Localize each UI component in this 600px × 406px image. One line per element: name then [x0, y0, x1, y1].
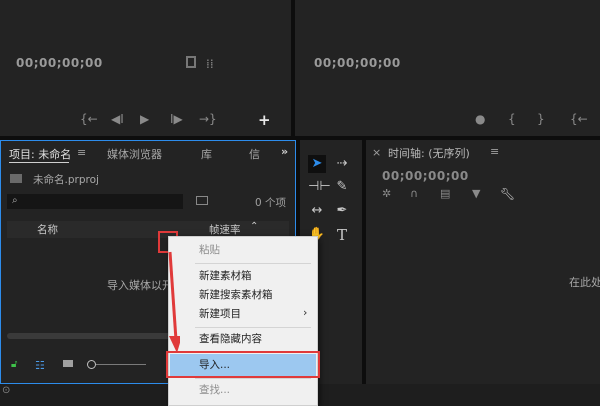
- slip-tool-icon[interactable]: ↔: [308, 202, 326, 220]
- ripple-edit-tool-icon[interactable]: ⊣⊢: [308, 178, 331, 196]
- arrow-shaft: [168, 251, 178, 341]
- timeline-timecode: 00;00;00;00: [382, 169, 469, 183]
- sort-chevron-icon[interactable]: ⌃: [250, 221, 258, 232]
- nest-icon[interactable]: ▤: [440, 188, 450, 200]
- menu-item-new-item[interactable]: 新建项目: [169, 304, 317, 324]
- razor-tool-icon[interactable]: ✎: [333, 178, 351, 196]
- zoom-slider-track[interactable]: [96, 364, 146, 365]
- new-bin-from-search-icon[interactable]: [196, 196, 208, 205]
- arrow-head: [169, 336, 180, 353]
- search-input[interactable]: [7, 194, 183, 209]
- mark-in-bracket-icon[interactable]: {: [508, 113, 516, 125]
- annotation-arrow: [168, 251, 180, 353]
- column-fps[interactable]: 帧速率: [209, 222, 241, 237]
- panel-overflow-icon[interactable]: »: [281, 145, 288, 158]
- tab-menu-icon[interactable]: ≡: [77, 146, 86, 159]
- program-timecode: 00;00;00;00: [314, 56, 401, 70]
- column-name[interactable]: 名称: [37, 222, 58, 237]
- zoom-slider-handle[interactable]: [87, 360, 96, 369]
- close-timeline-icon[interactable]: ×: [372, 146, 381, 159]
- mark-out-icon[interactable]: →}: [199, 113, 217, 125]
- add-marker-icon[interactable]: ▼: [472, 188, 480, 200]
- go-to-in-icon[interactable]: {←: [570, 113, 588, 125]
- mark-in-icon[interactable]: {←: [80, 113, 98, 125]
- project-file-name: 未命名.prproj: [33, 174, 99, 186]
- source-monitor: 00;00;00;00 ⁞⁞ {← ◀I ▶ I▶ →} +: [0, 0, 291, 136]
- settings-slider-icon[interactable]: ⁞⁞: [206, 58, 214, 70]
- lock-icon[interactable]: 🔓︎: [11, 359, 17, 370]
- item-count: 0 个项: [255, 197, 287, 209]
- tab-libraries[interactable]: 库: [201, 146, 212, 162]
- play-icon[interactable]: ▶: [140, 113, 149, 125]
- folder-icon: [10, 174, 22, 183]
- menu-item-new-search-bin[interactable]: 新建搜索素材箱: [169, 285, 317, 305]
- marker-icon[interactable]: ●: [475, 113, 485, 125]
- pen-tool-icon[interactable]: ✒: [333, 202, 351, 220]
- menu-item-paste: 粘贴: [199, 244, 220, 256]
- submenu-chevron-icon: ›: [303, 306, 308, 319]
- highlight-box-import: [166, 351, 320, 378]
- menu-item-new-bin[interactable]: 新建素材箱: [169, 266, 317, 286]
- list-view-icon[interactable]: ☷: [35, 359, 45, 372]
- context-menu: 粘贴 新建素材箱 新建搜索素材箱 新建项目 › 查看隐藏内容 导入... 查找.…: [168, 236, 318, 406]
- film-icon: [186, 56, 196, 68]
- timeline-menu-icon[interactable]: ≡: [490, 145, 499, 158]
- type-tool-icon[interactable]: T: [333, 226, 351, 244]
- project-tab-underline: [9, 162, 69, 163]
- program-monitor: 00;00;00;00 ● { } {←: [295, 0, 600, 136]
- search-icon: ⌕: [12, 195, 18, 206]
- menu-item-show-hidden[interactable]: 查看隐藏内容: [169, 329, 317, 349]
- step-back-icon[interactable]: ◀I: [111, 113, 124, 125]
- snap-icon[interactable]: ✲: [382, 188, 391, 200]
- source-timecode: 00;00;00;00: [16, 56, 103, 70]
- tab-media-browser[interactable]: 媒体浏览器: [107, 146, 162, 162]
- timeline-panel: × 时间轴: (无序列) ≡ 00;00;00;00 ✲ ∩ ▤ ▼ 🔧︎ 在此…: [366, 140, 600, 384]
- menu-separator: [195, 263, 311, 264]
- monitor-divider: [291, 0, 295, 136]
- tab-info[interactable]: 信: [249, 146, 260, 162]
- link-icon[interactable]: ∩: [410, 188, 418, 200]
- step-forward-icon[interactable]: I▶: [170, 113, 183, 125]
- selection-tool-icon[interactable]: ➤: [308, 155, 326, 173]
- menu-separator: [195, 327, 311, 328]
- add-icon[interactable]: +: [258, 113, 271, 128]
- track-select-tool-icon[interactable]: ⇢: [333, 155, 351, 173]
- menu-separator: [195, 378, 311, 379]
- tab-timeline[interactable]: 时间轴: (无序列): [388, 145, 470, 161]
- icon-view-icon[interactable]: [63, 360, 73, 367]
- timeline-empty-text: 在此处: [569, 276, 600, 289]
- tab-project[interactable]: 项目: 未命名: [9, 146, 71, 162]
- menu-item-find: 查找...: [199, 384, 231, 396]
- status-icon: ⊙: [2, 385, 11, 396]
- mark-out-bracket-icon[interactable]: }: [537, 113, 545, 125]
- wrench-icon[interactable]: 🔧︎: [500, 188, 515, 200]
